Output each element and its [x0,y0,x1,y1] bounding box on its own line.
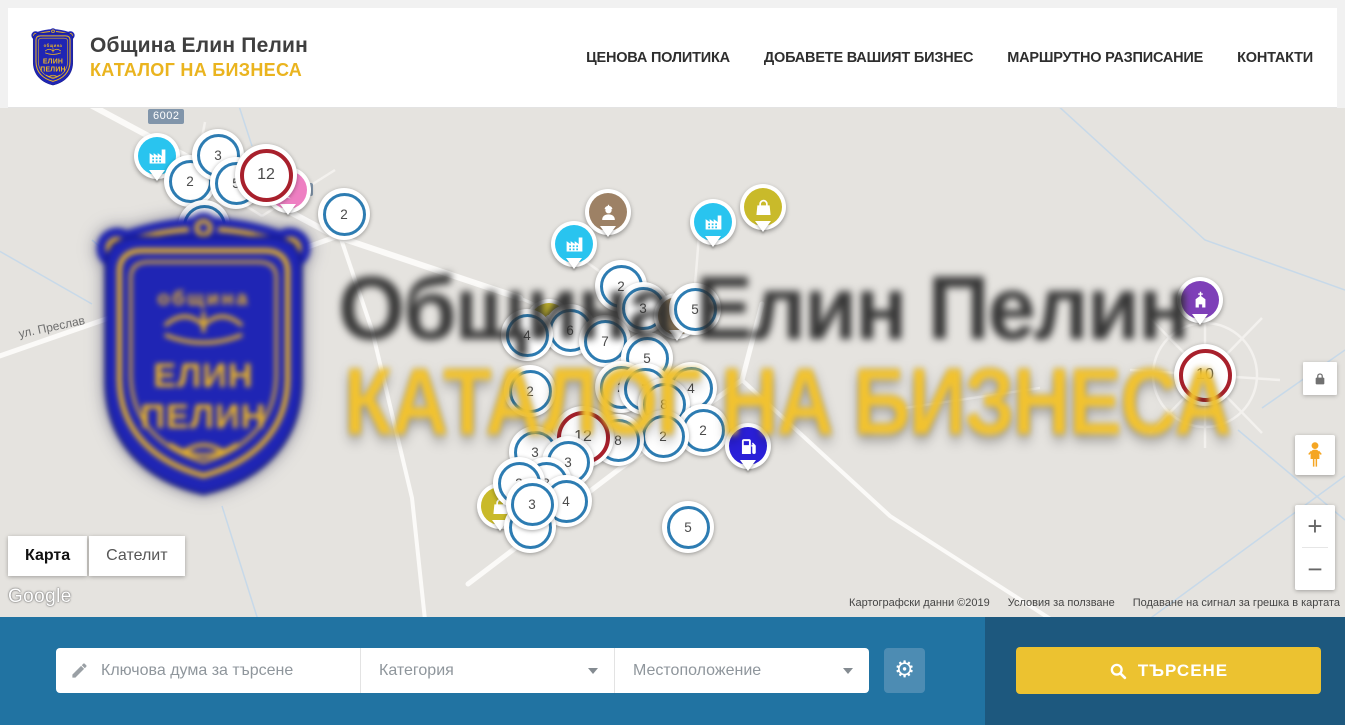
site-logo[interactable]: Община Елин Пелин КАТАЛОГ НА БИЗНЕСА [30,28,308,87]
cluster-count: 2 [323,193,366,236]
worker-icon [598,202,619,223]
cluster-marker[interactable]: 5 [662,501,714,553]
cluster-marker[interactable]: 2 [318,188,370,240]
pin-pointer [669,330,685,349]
category-select[interactable]: Категория [360,648,614,693]
nav-pricing-policy[interactable]: ЦЕНОВА ПОЛИТИКА [586,50,730,66]
fuel-pin-marker[interactable] [725,423,771,469]
nav-route-schedule[interactable]: МАРШРУТНО РАЗПИСАНИЕ [1007,50,1203,66]
church-icon [1190,290,1211,311]
cluster-count: 5 [674,288,717,331]
pin-pointer [1192,314,1208,333]
pencil-icon [70,661,89,680]
header: Община Елин Пелин КАТАЛОГ НА БИЗНЕСА ЦЕН… [8,8,1337,108]
cluster-count: 5 [667,506,710,549]
cluster-count: 10 [1179,349,1232,402]
terms-of-use-link[interactable]: Условия за ползване [1008,597,1115,609]
location-select[interactable]: Местоположение [614,648,869,693]
factory-icon [703,212,724,233]
pin-pointer [755,221,771,240]
keyword-search-input[interactable] [99,661,348,681]
nav-contacts[interactable]: КОНТАКТИ [1237,50,1313,66]
cluster-marker[interactable]: 3 [506,478,558,530]
site-title: Община Елин Пелин [90,34,308,58]
cluster-marker[interactable]: 12 [235,144,297,206]
municipality-crest-logo [30,28,76,87]
map-type-control: Карта Сателит [8,536,185,576]
church-pin-marker[interactable] [1177,277,1223,323]
search-icon [1109,662,1127,680]
location-select-value: Местоположение [633,662,761,680]
factory-icon [564,234,585,255]
main-nav: ЦЕНОВА ПОЛИТИКА ДОБАВЕТЕ ВАШИЯТ БИЗНЕС М… [586,50,1313,66]
map-canvas[interactable]: 6002 ул. Преслав бул. „Новосел 235122235… [0,108,1345,617]
factory-pin-marker[interactable] [690,199,736,245]
brand-text: Община Елин Пелин КАТАЛОГ НА БИЗНЕСА [90,34,308,81]
map-attribution: Картографски данни ©2019 Условия за полз… [849,597,1340,609]
chevron-down-icon [588,668,598,674]
zoom-control: + − [1295,505,1335,590]
site-subtitle: КАТАЛОГ НА БИЗНЕСА [90,60,308,81]
map-type-satellite-button[interactable]: Сателит [89,536,184,576]
search-bar-right: ТЪРСЕНЕ [985,617,1345,725]
search-button[interactable]: ТЪРСЕНЕ [1016,647,1321,694]
nav-add-your-business[interactable]: ДОБАВЕТЕ ВАШИЯТ БИЗНЕС [764,50,973,66]
lock-button[interactable] [1303,362,1337,395]
pin-pointer [600,226,616,245]
factory-icon [147,146,168,167]
bag-icon [753,197,774,218]
cluster-marker[interactable]: 4 [501,309,553,361]
pin-pointer [149,170,165,189]
pin-pointer [740,460,756,479]
search-button-label: ТЪРСЕНЕ [1138,661,1228,681]
pin-pointer [280,204,296,223]
cluster-marker[interactable]: 5 [669,283,721,335]
cluster-marker[interactable]: 2 [637,410,689,462]
chevron-down-icon [843,668,853,674]
map-type-map-button[interactable]: Карта [8,536,87,576]
bag-pin-marker[interactable] [740,184,786,230]
search-bar: Категория Местоположение ⚙ ТЪРСЕНЕ [0,617,1345,725]
factory-pin-marker[interactable] [551,221,597,267]
cluster-marker[interactable]: 10 [1174,344,1236,406]
pegman-icon [1303,441,1327,469]
gear-icon: ⚙ [894,659,915,682]
advanced-search-button[interactable]: ⚙ [884,648,925,693]
zoom-out-button[interactable]: − [1295,548,1335,590]
cluster-count: 12 [240,149,293,202]
attribution-copyright: Картографски данни ©2019 [849,597,990,609]
marker-layer: 23512223564752274822812338343510 [0,108,1345,617]
fuel-icon [738,436,759,457]
google-logo[interactable]: Google [8,586,72,608]
pin-pointer [566,258,582,277]
category-select-value: Категория [379,662,454,680]
cluster-count: 4 [506,314,549,357]
keyword-field [56,648,360,693]
search-fields: Категория Местоположение [56,648,869,693]
cluster-count: 2 [509,370,552,413]
pin-pointer [705,236,721,255]
cluster-count [183,205,226,248]
cluster-count: 2 [642,415,685,458]
street-view-pegman-button[interactable] [1295,435,1335,475]
cluster-marker[interactable] [178,200,230,252]
cluster-marker[interactable]: 2 [504,365,556,417]
search-bar-left: Категория Местоположение ⚙ [0,617,985,725]
cluster-count: 3 [511,483,554,526]
report-map-error-link[interactable]: Подаване на сигнал за грешка в картата [1133,597,1340,609]
lock-icon [1312,371,1328,387]
zoom-in-button[interactable]: + [1295,505,1335,547]
